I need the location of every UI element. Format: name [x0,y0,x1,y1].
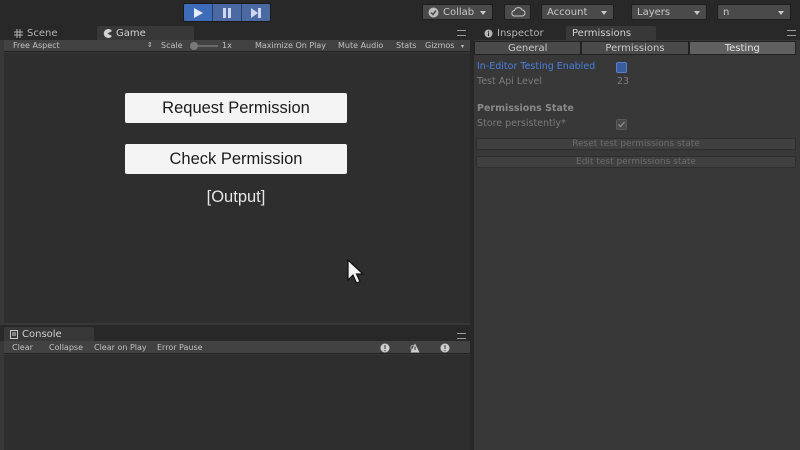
gizmos-dropdown[interactable]: Gizmos [425,41,454,50]
cloud-button[interactable] [504,4,531,20]
info-count: 0 [380,344,386,353]
tab-console-label: Console [22,328,62,340]
pause-icon [223,7,231,18]
request-permission-button[interactable]: Request Permission [125,93,347,123]
permissions-state-title: Permissions State [477,103,574,114]
warning-counter[interactable]: 0 [410,342,420,353]
scale-slider-thumb[interactable] [190,42,198,50]
scale-value: 1x [222,41,232,50]
clear-on-play-button[interactable]: Clear on Play [94,343,147,352]
subtab-general[interactable]: General [474,41,582,55]
layout-dropdown[interactable]: n [717,4,791,20]
tab-game[interactable]: Game [97,26,194,40]
layers-label: Layers [637,6,671,18]
main-toolbar: Collab Account Layers n [0,0,800,25]
pacman-icon [103,28,112,38]
console-toolbar: Clear Collapse Clear on Play Error Pause… [4,341,470,354]
console-icon [10,329,18,339]
step-button[interactable] [242,4,270,21]
aspect-arrows-icon: ⇕ [147,41,153,49]
tab-inspector-label: Inspector [497,27,544,39]
panel-menu-icon[interactable] [787,30,796,36]
api-level-label: Test Api Level [477,76,542,87]
tab-scene[interactable]: Scene [8,26,94,40]
chevron-down-icon [694,11,700,15]
step-icon [251,7,261,18]
check-permission-button[interactable]: Check Permission [125,144,347,174]
console-log-area[interactable] [4,355,470,450]
reset-test-permissions-button[interactable]: Reset test permissions state [476,138,796,150]
store-persistently-checkbox[interactable] [616,119,627,130]
mouse-cursor-icon [347,259,365,284]
store-persistently-label: Store persistently* [477,118,566,129]
panel-menu-icon[interactable] [457,30,466,36]
tab-console[interactable]: Console [4,327,94,341]
api-level-value[interactable]: 23 [617,76,629,87]
tab-inspector[interactable]: Inspector [478,26,564,40]
collapse-button[interactable]: Collapse [49,343,83,352]
tab-scene-label: Scene [27,27,58,39]
scale-label: Scale [161,41,183,50]
aspect-dropdown[interactable]: Free Aspect [13,41,60,50]
console-tabbar: Console [0,325,470,341]
chevron-down-icon: ▾ [461,43,465,50]
subtab-testing[interactable]: Testing [688,41,796,55]
error-counter[interactable]: 0 [440,342,450,353]
permissions-panel: General Permissions Testing In-Editor Te… [474,40,800,450]
unity-editor: Collab Account Layers n Scene Game Free … [0,0,800,450]
warning-count: 0 [410,344,416,353]
game-view: Request Permission Check Permission [Out… [4,53,470,323]
clear-button[interactable]: Clear [12,343,33,352]
chevron-down-icon [778,11,784,15]
permissions-subtabs: General Permissions Testing [474,41,796,55]
play-button[interactable] [184,4,213,21]
mute-audio-toggle[interactable]: Mute Audio [338,41,383,50]
tab-permissions-label: Permissions [572,27,632,39]
pause-button[interactable] [213,4,242,21]
checkmark-icon [618,121,626,128]
editor-testing-label: In-Editor Testing Enabled [477,61,596,72]
maximize-on-play-toggle[interactable]: Maximize On Play [255,41,326,50]
tab-permissions[interactable]: Permissions [566,26,656,40]
collab-label: Collab [443,6,475,18]
output-label: [Output] [206,188,266,206]
grid-icon [14,28,23,38]
collab-dropdown[interactable]: Collab [422,4,493,20]
panel-menu-icon[interactable] [457,333,466,339]
layers-dropdown[interactable]: Layers [631,4,707,20]
layout-label: n [723,6,730,18]
game-view-toolbar: Free Aspect ⇕ Scale 1x Maximize On Play … [4,40,470,52]
cloud-icon [510,7,525,17]
error-pause-button[interactable]: Error Pause [157,343,203,352]
edit-test-permissions-button[interactable]: Edit test permissions state [476,156,796,168]
check-circle-icon [428,7,439,17]
tab-game-label: Game [116,27,146,39]
playback-controls [183,3,271,22]
chevron-down-icon [480,11,486,15]
inspector-tabbar: Inspector Permissions [474,25,800,40]
account-dropdown[interactable]: Account [541,4,614,20]
scene-game-tabbar: Scene Game [0,25,470,40]
stats-toggle[interactable]: Stats [396,41,416,50]
editor-testing-checkbox[interactable] [616,62,627,73]
account-label: Account [547,6,588,18]
subtab-permissions[interactable]: Permissions [581,41,689,55]
play-icon [194,7,203,18]
error-count: 0 [440,344,446,353]
chevron-down-icon [601,11,607,15]
info-icon [484,29,493,37]
info-counter[interactable]: 0 [380,342,390,353]
